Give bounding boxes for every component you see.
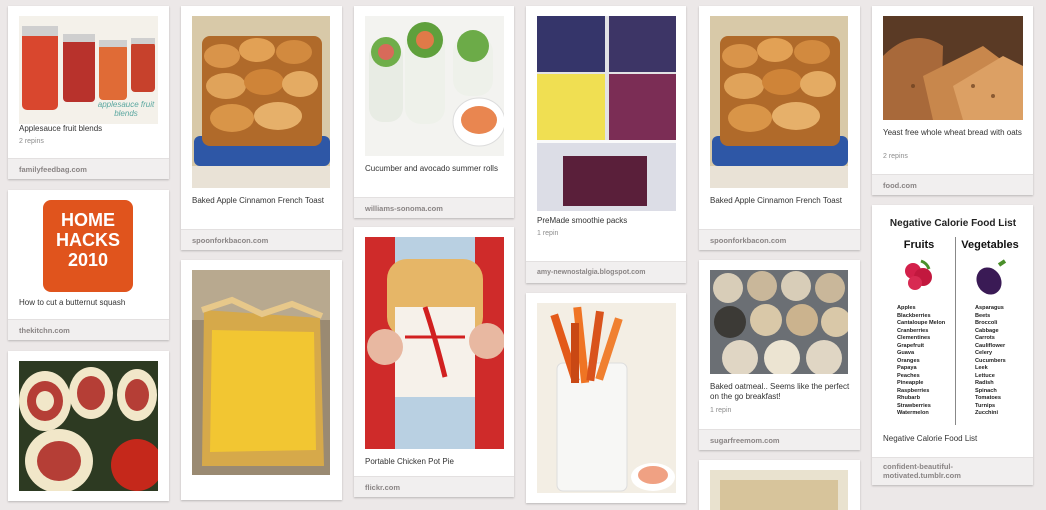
vegetable-item: Turnips [975, 402, 996, 409]
repin-count: 1 repin [537, 230, 559, 237]
pin-applesauce[interactable]: applesauce fruit blends Applesauce fruit… [8, 6, 169, 179]
pin-description: Yeast free whole wheat bread with oats [883, 128, 1022, 137]
pin-description: Baked Apple Cinnamon French Toast [710, 196, 842, 205]
vegetable-item: Celery [975, 350, 993, 356]
pin-image[interactable] [537, 16, 676, 211]
pin-source-link[interactable]: spoonforkbacon.com [181, 229, 342, 250]
pin-neg-cal[interactable]: Negative Calorie Food List Fruits Vegeta… [872, 205, 1033, 485]
fruit-item: Peaches [897, 372, 920, 379]
fruit-item: Grapefruit [897, 342, 925, 349]
fruit-item: Rhubarb [897, 395, 920, 401]
pin-image[interactable] [365, 16, 504, 156]
eggplant-icon [971, 257, 1011, 297]
pin-source-link[interactable]: familyfeedbag.com [8, 158, 169, 179]
vegetable-item: Carrots [975, 335, 995, 341]
pin-fries[interactable] [526, 293, 686, 503]
pin-source-link[interactable]: sugarfreemom.com [699, 429, 860, 450]
fruit-item: Oranges [897, 357, 920, 364]
fruit-item: Strawberries [897, 402, 931, 409]
pin-oatmeal[interactable]: Baked oatmeal.. Seems like the perfect o… [699, 260, 860, 450]
pin-description: Applesauce fruit blends [19, 124, 103, 133]
pin-bread[interactable]: Yeast free whole wheat bread with oats 2… [872, 6, 1033, 195]
pin-image[interactable] [365, 237, 504, 449]
vegetables-list: Asparagus Beets Broccoli Cabbage Carrots… [975, 305, 1021, 418]
pin-source-link[interactable]: flickr.com [354, 476, 514, 497]
fruits-heading: Fruits [903, 239, 935, 251]
pin-summer-rolls[interactable]: Cucumber and avocado summer rolls willia… [354, 6, 514, 218]
vegetable-item: Spinach [975, 387, 997, 394]
vegetables-heading: Vegetables [961, 239, 1019, 251]
pin-image[interactable] [192, 16, 330, 188]
pin-image[interactable] [883, 16, 1023, 120]
fruits-list: Apples Blackberries Cantaloupe Melon Cra… [897, 305, 955, 418]
pin-image[interactable] [192, 270, 330, 475]
pin-description: Cucumber and avocado summer rolls [365, 164, 498, 173]
pin-source-link[interactable]: spoonforkbacon.com [699, 229, 860, 250]
pin-image[interactable] [537, 303, 676, 493]
home-hacks-badge: HOME HACKS 2010 [43, 200, 133, 292]
pin-source-link[interactable]: confident-beautiful-motivated.tumblr.com [872, 457, 1033, 485]
fruit-item: Blackberries [897, 312, 931, 319]
vegetable-item: Broccoli [975, 320, 998, 326]
pin-image[interactable]: HOME HACKS 2010 [19, 200, 158, 294]
repin-count: 2 repins [19, 138, 44, 145]
negative-calorie-chart[interactable]: Negative Calorie Food List Fruits Vegeta… [883, 215, 1023, 427]
repin-count: 1 repin [710, 407, 732, 414]
vegetable-item: Asparagus [975, 305, 1004, 311]
repin-count: 2 repins [883, 153, 908, 160]
raspberry-icon [901, 257, 937, 293]
pin-image[interactable] [710, 16, 848, 188]
fruit-item: Pineapple [897, 380, 924, 386]
pin-image[interactable] [710, 470, 848, 510]
pin-source-link[interactable]: thekitchn.com [8, 319, 169, 340]
chart-title: Negative Calorie Food List [889, 218, 1017, 229]
vegetable-item: Zucchini [975, 410, 998, 416]
pin-smoothie[interactable]: PreMade smoothie packs 1 repin amy-newno… [526, 6, 686, 283]
vegetable-item: Lettuce [975, 372, 995, 379]
home-hacks-text: HOME HACKS 2010 [55, 210, 120, 270]
pin-description: How to cut a butternut squash [19, 298, 126, 307]
fruit-item: Clementines [897, 335, 931, 341]
pin-image[interactable] [710, 270, 848, 374]
vegetable-item: Cucumbers [975, 357, 1006, 364]
vegetable-item: Cabbage [975, 327, 999, 334]
pin-description: Negative Calorie Food List [883, 434, 978, 443]
pin-french-toast-2[interactable]: Baked Apple Cinnamon French Toast spoonf… [699, 6, 860, 250]
pin-source-link[interactable]: amy-newnostalgia.blogspot.com [526, 261, 686, 283]
pin-home-hacks[interactable]: HOME HACKS 2010 How to cut a butternut s… [8, 190, 169, 340]
fruit-item: Papaya [897, 365, 917, 371]
pin-description: Portable Chicken Pot Pie [365, 457, 454, 466]
vegetable-item: Beets [975, 312, 991, 319]
pin-description: Baked Apple Cinnamon French Toast [192, 196, 324, 205]
fruit-item: Raspberries [897, 387, 930, 394]
pin-french-toast-1[interactable]: Baked Apple Cinnamon French Toast spoonf… [181, 6, 342, 250]
pin-bottom-peek[interactable] [699, 460, 860, 510]
pin-description: Baked oatmeal.. Seems like the perfect o… [710, 382, 850, 401]
fruit-item: Apples [897, 305, 916, 311]
fruit-item: Guava [897, 350, 915, 356]
pin-description: PreMade smoothie packs [537, 216, 628, 225]
pin-source-link[interactable]: williams-sonoma.com [354, 197, 514, 218]
pin-pot-pie[interactable]: Portable Chicken Pot Pie flickr.com [354, 227, 514, 497]
fruit-item: Watermelon [897, 410, 929, 416]
vegetable-item: Leek [975, 365, 988, 371]
pin-source-link[interactable]: food.com [872, 174, 1033, 195]
pin-pinwheels[interactable] [8, 351, 169, 501]
pin-image[interactable] [19, 361, 158, 491]
pin-image[interactable]: applesauce fruit blends [19, 16, 158, 124]
fruit-item: Cantaloupe Melon [897, 320, 946, 326]
chart-divider [955, 237, 956, 425]
image-caption: applesauce fruit blends [97, 100, 155, 118]
vegetable-item: Cauliflower [975, 342, 1006, 349]
vegetable-item: Tomatoes [975, 395, 1002, 401]
fruit-item: Cranberries [897, 327, 929, 334]
pin-custard[interactable] [181, 260, 342, 500]
vegetable-item: Radish [975, 380, 994, 386]
